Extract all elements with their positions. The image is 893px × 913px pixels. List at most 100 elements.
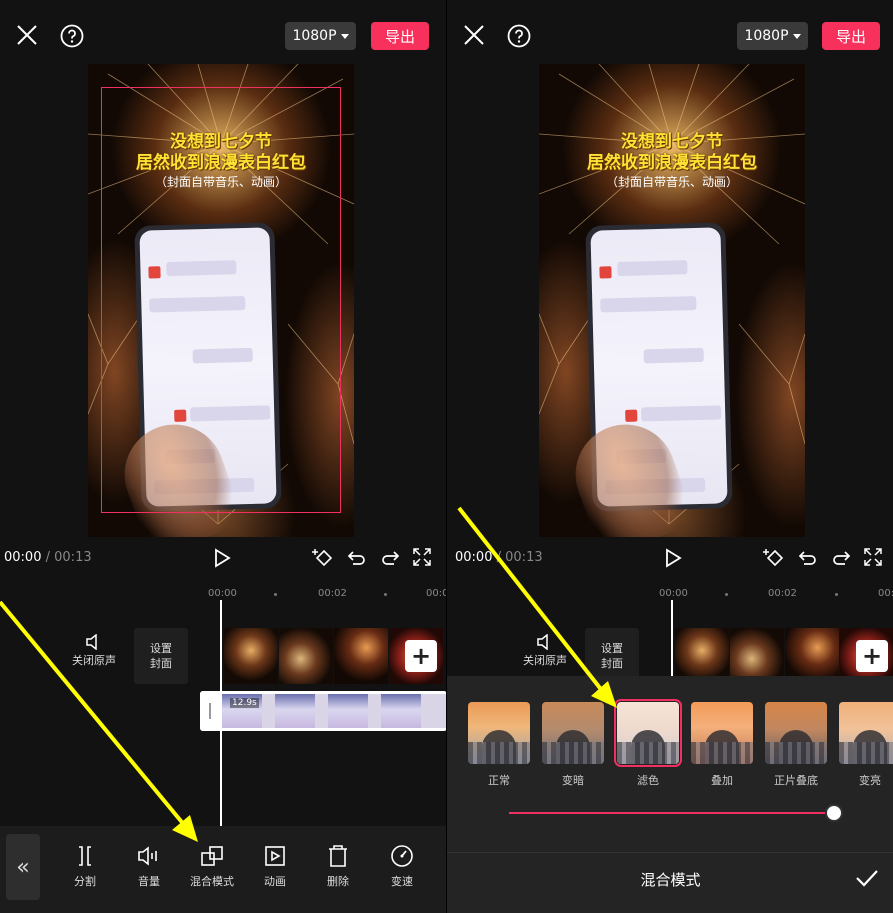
preview-title-line2: 居然收到浪漫表白红包 [587, 153, 757, 173]
tool-delete[interactable]: 删除 [310, 844, 366, 889]
resolution-label: 1080P [744, 28, 789, 44]
trim-handle[interactable] [200, 691, 220, 731]
blend-thumbnail [691, 702, 753, 764]
help-icon[interactable] [60, 24, 84, 48]
total-time: 00:13 [54, 550, 92, 565]
resolution-label: 1080P [292, 28, 337, 44]
tool-label: 分割 [74, 875, 96, 888]
resolution-button[interactable]: 1080P [285, 22, 356, 50]
tool-label: 动画 [264, 875, 286, 888]
play-icon[interactable] [663, 548, 683, 568]
caret-down-icon [792, 33, 801, 39]
add-clip-button[interactable]: + [856, 640, 888, 672]
tool-split[interactable]: 分割 [57, 844, 113, 889]
timeline[interactable]: 00:00 00:02 00:0 关闭原声 设置 封面 + 12.9s [0, 578, 447, 826]
time-separator: / [496, 550, 501, 565]
time-display: 00:00 / 00:13 [4, 550, 92, 565]
tool-animation[interactable]: 动画 [247, 844, 303, 889]
set-cover-button[interactable]: 设置 封面 [134, 628, 188, 684]
blend-option-normal[interactable]: 正常 [467, 702, 531, 788]
cover-label-line1: 设置 [601, 642, 623, 655]
export-button[interactable]: 导出 [822, 22, 880, 50]
redo-icon[interactable] [831, 548, 851, 568]
export-button[interactable]: 导出 [371, 22, 429, 50]
close-icon[interactable] [16, 24, 38, 46]
keyframe-icon[interactable] [312, 547, 336, 569]
preview-subtitle: （封面自带音乐、动画） [154, 175, 287, 189]
blend-option-darken[interactable]: 变暗 [541, 702, 605, 788]
redo-icon[interactable] [380, 548, 400, 568]
speaker-icon [86, 634, 97, 650]
panel-title: 混合模式 [640, 871, 701, 889]
fullscreen-icon[interactable] [864, 548, 882, 566]
preview-title-line1: 没想到七夕节 [621, 132, 723, 152]
blend-option-overlay[interactable]: 叠加 [690, 702, 754, 788]
bottom-toolbar: « 分割 音量 混合模式 动画 删除 变速 [0, 826, 447, 913]
help-icon[interactable] [507, 24, 531, 48]
slider-handle[interactable] [825, 804, 843, 822]
video-preview[interactable]: 没想到七夕节 居然收到浪漫表白红包 （封面自带音乐、动画） [88, 64, 354, 537]
current-time: 00:00 [4, 550, 42, 565]
playhead[interactable] [220, 600, 222, 826]
split-icon [79, 846, 91, 866]
blend-option-screen[interactable]: 滤色 [614, 699, 682, 788]
speaker-icon [537, 634, 548, 650]
blend-thumbnail [542, 702, 604, 764]
checkmark-icon[interactable] [855, 868, 879, 888]
blend-option-lighten[interactable]: 变亮 [838, 702, 893, 788]
close-icon[interactable] [463, 24, 485, 46]
blend-thumbnail [839, 702, 893, 764]
tool-label: 删除 [327, 875, 349, 888]
blend-mode-panel: 正常 变暗 滤色 叠加 正片叠底 变亮 混合模式 [447, 676, 893, 913]
animation-icon [265, 846, 285, 866]
editor-right-screen: 1080P 导出 没想到七夕节 居然收到浪漫表白红包 （封面自带音乐、动画） 0… [447, 0, 893, 913]
cover-label-line1: 设置 [150, 642, 172, 655]
keyframe-icon[interactable] [763, 547, 787, 569]
ruler-label: 00:0 [878, 588, 893, 599]
video-preview[interactable]: 没想到七夕节 居然收到浪漫表白红包 （封面自带音乐、动画） [539, 64, 805, 537]
blend-thumbnail [614, 699, 682, 767]
mute-label: 关闭原声 [523, 654, 567, 667]
mute-original-audio-button[interactable]: 关闭原声 [68, 634, 120, 668]
overlay-track[interactable]: 12.9s [200, 691, 447, 731]
ruler-label: 00:02 [768, 588, 797, 599]
time-display: 00:00 / 00:13 [455, 550, 543, 565]
blend-label: 变暗 [562, 774, 584, 787]
opacity-slider[interactable] [509, 812, 834, 814]
preview-subtitle: （封面自带音乐、动画） [605, 175, 738, 189]
preview-title-line2: 居然收到浪漫表白红包 [136, 153, 306, 173]
cover-label-line2: 封面 [150, 657, 172, 670]
fullscreen-icon[interactable] [413, 548, 431, 566]
blend-label: 变亮 [859, 774, 881, 787]
blend-label: 叠加 [711, 774, 733, 787]
playhead[interactable] [671, 600, 673, 676]
editor-left-screen: 1080P 导出 没想到七夕节 居然收到浪漫表白红包 （封面自带音乐、动画） 0… [0, 0, 447, 913]
resolution-button[interactable]: 1080P [737, 22, 808, 50]
mute-original-audio-button[interactable]: 关闭原声 [519, 634, 571, 668]
clip-thumbnail [224, 628, 278, 684]
undo-icon[interactable] [798, 548, 818, 568]
blend-thumbnail [468, 702, 530, 764]
blend-option-multiply[interactable]: 正片叠底 [764, 702, 828, 788]
overlay-duration: 12.9s [230, 698, 259, 708]
tool-label: 变速 [391, 875, 413, 888]
cover-label-line2: 封面 [601, 657, 623, 670]
tool-volume[interactable]: 音量 [121, 844, 177, 889]
caret-down-icon [340, 33, 349, 39]
tool-blend-mode[interactable]: 混合模式 [184, 844, 240, 889]
blend-icon [201, 846, 223, 866]
add-clip-button[interactable]: + [405, 640, 437, 672]
clip-thumbnail [279, 628, 333, 684]
collapse-button[interactable]: « [6, 834, 40, 900]
blend-label: 正片叠底 [774, 774, 818, 787]
play-icon[interactable] [212, 548, 232, 568]
total-time: 00:13 [505, 550, 543, 565]
blend-thumbnail [765, 702, 827, 764]
tool-speed[interactable]: 变速 [374, 844, 430, 889]
mute-label: 关闭原声 [72, 654, 116, 667]
ruler-label: 00:02 [318, 588, 347, 599]
undo-icon[interactable] [347, 548, 367, 568]
ruler-label: 00:0 [426, 588, 447, 599]
tool-label: 音量 [138, 875, 160, 888]
volume-icon [138, 846, 157, 866]
